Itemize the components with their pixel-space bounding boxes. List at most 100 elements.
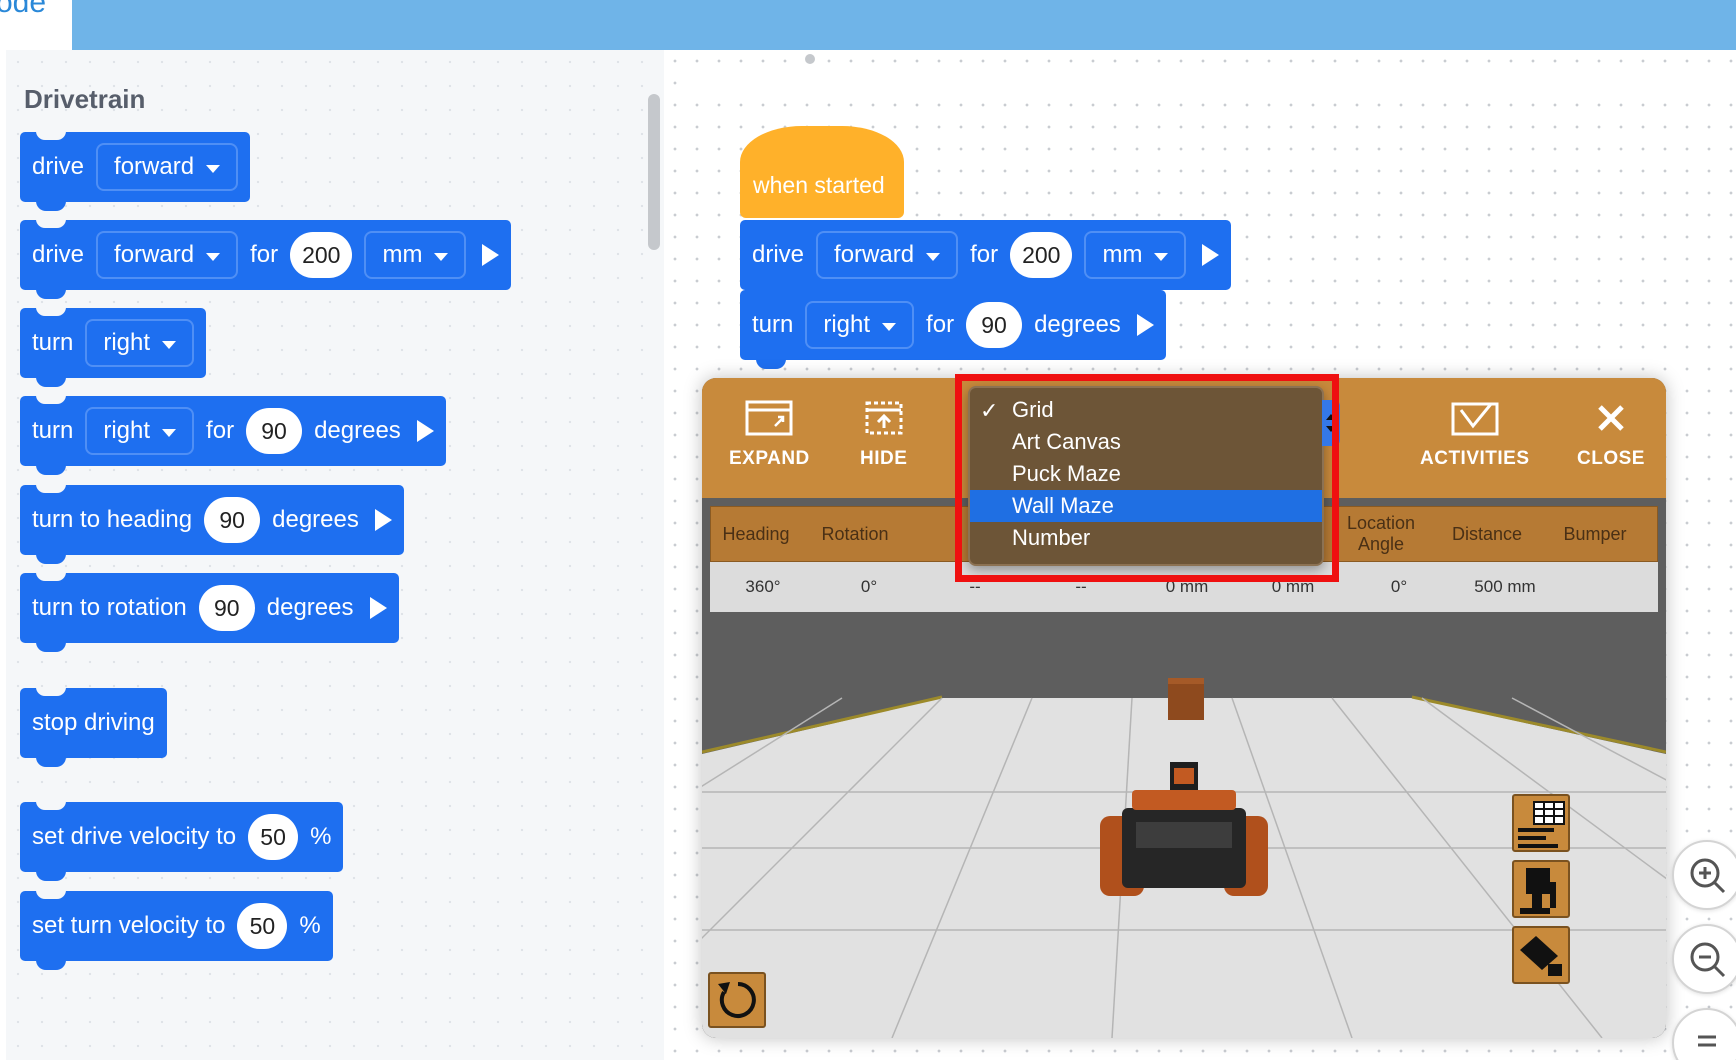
- turn-to-rotation-block[interactable]: turn to rotation 90 degrees: [20, 572, 399, 652]
- robot-view-icon: [1520, 868, 1556, 914]
- block-label: turn to rotation: [32, 594, 187, 621]
- direction-dropdown[interactable]: forward: [816, 231, 959, 279]
- play-icon[interactable]: [416, 420, 434, 442]
- block-label: drive: [752, 241, 805, 268]
- play-icon[interactable]: [1202, 244, 1220, 266]
- block-label: turn: [32, 329, 74, 356]
- block-label: when started: [753, 172, 885, 198]
- close-button[interactable]: CLOSE: [1577, 400, 1645, 470]
- app-header: [0, 0, 1736, 50]
- rotation-header: Rotation: [821, 523, 889, 544]
- dropdown-value: right: [823, 311, 871, 338]
- annotation-highlight-box: [955, 374, 1339, 582]
- expand-button[interactable]: EXPAND: [729, 400, 810, 470]
- workspace-scroll-handle[interactable]: [805, 54, 815, 64]
- zoom-out-icon: [1690, 942, 1726, 978]
- close-label: CLOSE: [1577, 448, 1645, 469]
- play-icon[interactable]: [1136, 314, 1154, 336]
- block-label: for: [970, 241, 999, 268]
- direction-dropdown[interactable]: right: [85, 319, 195, 367]
- palette-category-title: Drivetrain: [24, 84, 146, 114]
- unit-label: degrees: [272, 506, 359, 533]
- play-icon[interactable]: [374, 509, 392, 531]
- dropdown-value: forward: [114, 241, 195, 268]
- chevron-down-icon: [206, 164, 221, 173]
- direction-dropdown[interactable]: forward: [96, 231, 239, 279]
- set-drive-velocity-block[interactable]: set drive velocity to 50 %: [20, 801, 344, 881]
- activities-label: ACTIVITIES: [1420, 448, 1530, 469]
- code-tab-label: ode: [0, 0, 47, 19]
- chevron-down-icon: [1154, 252, 1169, 261]
- activities-icon: [1451, 402, 1499, 436]
- direction-dropdown[interactable]: right: [805, 301, 915, 349]
- expand-icon: [745, 400, 793, 436]
- drive-for-block[interactable]: drive forward for 200 mm: [20, 219, 512, 299]
- dropdown-value: mm: [382, 241, 423, 268]
- close-icon: [1598, 405, 1624, 431]
- turn-for-block[interactable]: turn right for 90 degrees: [20, 395, 446, 475]
- unit-label: degrees: [266, 594, 354, 621]
- block-label: for: [250, 241, 279, 268]
- bumper-header: Bumper: [1563, 523, 1627, 544]
- chevron-down-icon: [162, 428, 177, 437]
- location-angle-header: Location Angle: [1346, 513, 1416, 554]
- distance-input[interactable]: 200: [290, 232, 353, 278]
- hide-button[interactable]: HIDE: [860, 400, 907, 470]
- zoom-in-button[interactable]: [1672, 840, 1736, 910]
- unit-dropdown[interactable]: mm: [1084, 231, 1187, 279]
- hide-label: HIDE: [860, 448, 908, 469]
- unit-dropdown[interactable]: mm: [364, 231, 467, 279]
- block-label: for: [206, 417, 235, 444]
- turn-to-heading-block[interactable]: turn to heading 90 degrees: [20, 484, 404, 564]
- dropdown-value: forward: [834, 241, 915, 268]
- unit-label: %: [310, 823, 332, 850]
- zoom-reset-button[interactable]: [1672, 1008, 1736, 1060]
- chevron-down-icon: [434, 252, 449, 261]
- workspace-drive-for-block[interactable]: drive forward for 200 mm: [740, 220, 1232, 299]
- palette-scrollbar[interactable]: [648, 94, 660, 250]
- rotation-value: 0°: [860, 577, 878, 596]
- direction-dropdown[interactable]: right: [85, 407, 195, 455]
- chevron-down-icon: [206, 252, 221, 261]
- turn-block[interactable]: turn right: [20, 307, 207, 387]
- reset-icon: [718, 982, 756, 1018]
- direction-dropdown[interactable]: forward: [96, 143, 239, 191]
- distance-header: Distance: [1451, 523, 1523, 544]
- block-label: set turn velocity to: [32, 912, 226, 939]
- equals-icon: [1698, 1035, 1716, 1047]
- velocity-input[interactable]: 50: [237, 903, 288, 949]
- block-label: drive: [32, 153, 85, 180]
- angle-input[interactable]: 90: [966, 302, 1023, 348]
- activities-button[interactable]: ACTIVITIES: [1420, 400, 1530, 470]
- workspace-turn-for-block[interactable]: turn right for 90 degrees: [740, 290, 1166, 369]
- heading-input[interactable]: 90: [204, 497, 261, 543]
- velocity-input[interactable]: 50: [248, 814, 299, 860]
- stop-driving-block[interactable]: stop driving: [20, 687, 167, 767]
- zoom-out-button[interactable]: [1672, 924, 1736, 994]
- heading-value: 360°: [745, 577, 781, 596]
- reset-button[interactable]: [708, 972, 766, 1028]
- rotation-input[interactable]: 90: [198, 585, 255, 631]
- block-label: turn: [752, 311, 794, 338]
- drive-block[interactable]: drive forward: [20, 131, 251, 211]
- block-label: stop driving: [32, 709, 155, 736]
- set-turn-velocity-block[interactable]: set turn velocity to 50 %: [20, 890, 333, 970]
- top-view-button[interactable]: [1512, 926, 1570, 984]
- unit-label: degrees: [1034, 311, 1121, 338]
- angle-input[interactable]: 90: [246, 408, 303, 454]
- block-label: turn: [32, 417, 74, 444]
- unit-label: degrees: [314, 417, 401, 444]
- when-started-hat-block[interactable]: when started: [740, 126, 904, 218]
- camera-view-button[interactable]: [1512, 860, 1570, 918]
- code-tab[interactable]: ode: [0, 0, 72, 50]
- block-label: for: [926, 311, 955, 338]
- play-icon[interactable]: [369, 597, 387, 619]
- heading-header: Heading: [722, 523, 790, 544]
- distance-input[interactable]: 200: [1010, 232, 1073, 278]
- expand-label: EXPAND: [729, 448, 810, 469]
- play-icon[interactable]: [482, 244, 500, 266]
- unit-label: %: [299, 912, 321, 939]
- chevron-down-icon: [162, 340, 177, 349]
- sensor-dashboard-button[interactable]: [1512, 794, 1570, 852]
- hide-icon: [865, 401, 903, 435]
